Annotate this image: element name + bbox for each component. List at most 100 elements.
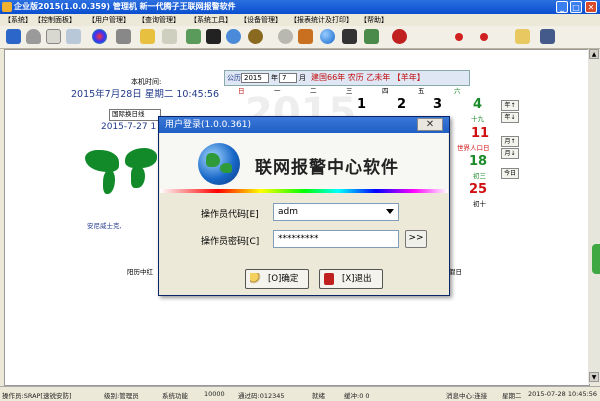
status-function-label: 系统功能 (162, 392, 188, 400)
chart-icon[interactable] (206, 29, 221, 44)
rainbow-divider (160, 189, 448, 193)
operator-code-select[interactable]: adm (273, 203, 399, 221)
screen-icon[interactable] (66, 29, 81, 44)
weekday: 六 (454, 87, 461, 95)
lunar-strip-left: 阳历中红 (127, 268, 153, 276)
menu-device-management[interactable]: 【设备管理】 (240, 15, 282, 25)
date-sub: 初三 (473, 172, 486, 180)
date-sub: 初十 (473, 200, 486, 208)
globe-icon (198, 143, 240, 185)
vertical-scrollbar[interactable]: ▲ ▼ (588, 49, 600, 384)
year-up-button[interactable]: 年↑ (501, 100, 519, 111)
dialog-title: 用户登录(1.0.0.361) (165, 120, 251, 130)
status-state: 就绪 (312, 392, 325, 400)
year-suffix: 年 (271, 74, 278, 82)
month-up-button[interactable]: 月↑ (501, 136, 519, 147)
weekday: 一 (274, 87, 281, 95)
window-titlebar[interactable]: 企业版2015(1.0.0.359) 管理机 新一代腾子王联网报警软件 _ □ … (0, 0, 600, 14)
grid-icon[interactable] (540, 29, 555, 44)
date-cell[interactable]: 11 (471, 126, 489, 141)
exit-label: [X]退出 (342, 274, 372, 284)
calendar-header: 公历 2015 年 7 月 建国66年 农历 乙未年 【羊年】 (224, 70, 470, 86)
dialog-banner: 联网报警中心软件 (160, 133, 448, 191)
disc-icon[interactable] (248, 29, 263, 44)
color-icon[interactable] (92, 29, 107, 44)
menu-query-management[interactable]: 【查询管理】 (138, 15, 180, 25)
scroll-down-icon[interactable]: ▼ (589, 372, 599, 382)
date-cell[interactable]: 25 (469, 182, 487, 197)
close-button[interactable]: ✕ (585, 1, 597, 13)
lunar-info: 建国66年 农历 乙未年 【羊年】 (311, 73, 425, 82)
window-title: 企业版2015(1.0.0.359) 管理机 新一代腾子王联网报警软件 (14, 2, 236, 11)
status-msg-center: 消息中心:连接 (446, 392, 488, 400)
dialog-close-button[interactable]: ✕ (417, 118, 443, 131)
month-down-button[interactable]: 月↓ (501, 148, 519, 159)
book-icon[interactable] (364, 29, 379, 44)
folder-icon[interactable] (515, 29, 530, 44)
red-dot-icon[interactable] (480, 33, 488, 41)
tools-icon[interactable] (116, 29, 131, 44)
minimize-button[interactable]: _ (556, 1, 568, 13)
chevron-down-icon (386, 209, 394, 214)
world-caption: 安尼威士克, (87, 222, 122, 230)
year-select[interactable]: 2015 (241, 73, 269, 83)
today-button[interactable]: 今日 (501, 168, 519, 179)
weekday-row: 日 一 二 三 四 五 六 (224, 85, 468, 95)
month-suffix: 月 (299, 74, 306, 82)
date-cell[interactable]: 18 (469, 154, 487, 169)
weekday: 三 (346, 87, 353, 95)
go-button[interactable]: >> (405, 230, 427, 248)
edit-icon[interactable] (6, 29, 21, 44)
clock-value: 2015年7月28日 星期二 10:45:56 (71, 89, 220, 100)
alarm-icon[interactable] (392, 29, 407, 44)
exit-icon (324, 273, 334, 285)
monitor-icon[interactable] (342, 29, 357, 44)
status-level: 级别:管理员 (104, 392, 139, 400)
status-operator: 操作员:SRAP[速锐安防] (2, 392, 72, 400)
menu-report-print[interactable]: 【报表统计及打印】 (290, 15, 353, 25)
menu-system[interactable]: 【系统】 (4, 15, 32, 25)
scroll-up-icon[interactable]: ▲ (589, 49, 599, 59)
menu-user-management[interactable]: 【用户管理】 (88, 15, 130, 25)
date-cell[interactable]: 1 (357, 97, 366, 112)
weekday: 五 (418, 87, 425, 95)
maximize-button[interactable]: □ (570, 1, 582, 13)
network-icon[interactable] (226, 29, 241, 44)
date-sub: 十九 (471, 115, 484, 123)
key-icon[interactable] (140, 29, 155, 44)
operator-code-label: 操作员代码[E] (201, 210, 259, 220)
date-cell[interactable]: 3 (433, 97, 442, 112)
date-cell[interactable]: 2 (397, 97, 406, 112)
menu-system-tools[interactable]: 【系统工具】 (190, 15, 232, 25)
date-cell[interactable]: 4 (473, 97, 482, 112)
help-icon[interactable] (278, 29, 293, 44)
folder-icon[interactable] (162, 29, 177, 44)
timezone-select[interactable]: 国际换日线 (109, 109, 161, 121)
card-icon[interactable] (46, 29, 61, 44)
ok-button[interactable]: [O]确定 (245, 269, 309, 289)
operator-password-input[interactable]: ********* (273, 230, 399, 248)
status-function-value: 10000 (204, 390, 225, 398)
status-datetime: 2015-07-28 10:45:56 (528, 390, 598, 398)
flag-icon[interactable] (298, 29, 313, 44)
banner-title: 联网报警中心软件 (255, 158, 399, 178)
red-dot-icon[interactable] (455, 33, 463, 41)
key-icon (250, 273, 262, 285)
exit-button[interactable]: [X]退出 (319, 269, 383, 289)
image-icon[interactable] (186, 29, 201, 44)
year-down-button[interactable]: 年↓ (501, 112, 519, 123)
menu-help[interactable]: 【帮助】 (360, 15, 388, 25)
status-weekday: 星期二 (502, 392, 522, 400)
dialog-titlebar[interactable]: 用户登录(1.0.0.361) ✕ (159, 117, 449, 133)
month-select[interactable]: 7 (279, 73, 297, 83)
weekday: 四 (382, 87, 389, 95)
operator-code-value: adm (278, 207, 298, 217)
ok-label: [O]确定 (268, 274, 299, 284)
menu-control-panel[interactable]: 【控制面板】 (34, 15, 76, 25)
weekday: 二 (310, 87, 317, 95)
side-tab[interactable] (592, 244, 600, 274)
globe-icon[interactable] (320, 29, 335, 44)
user-icon[interactable] (26, 29, 41, 44)
date-sub: 世界人口日 (457, 144, 490, 152)
login-dialog: 用户登录(1.0.0.361) ✕ 联网报警中心软件 操作员代码[E] adm … (158, 116, 450, 296)
